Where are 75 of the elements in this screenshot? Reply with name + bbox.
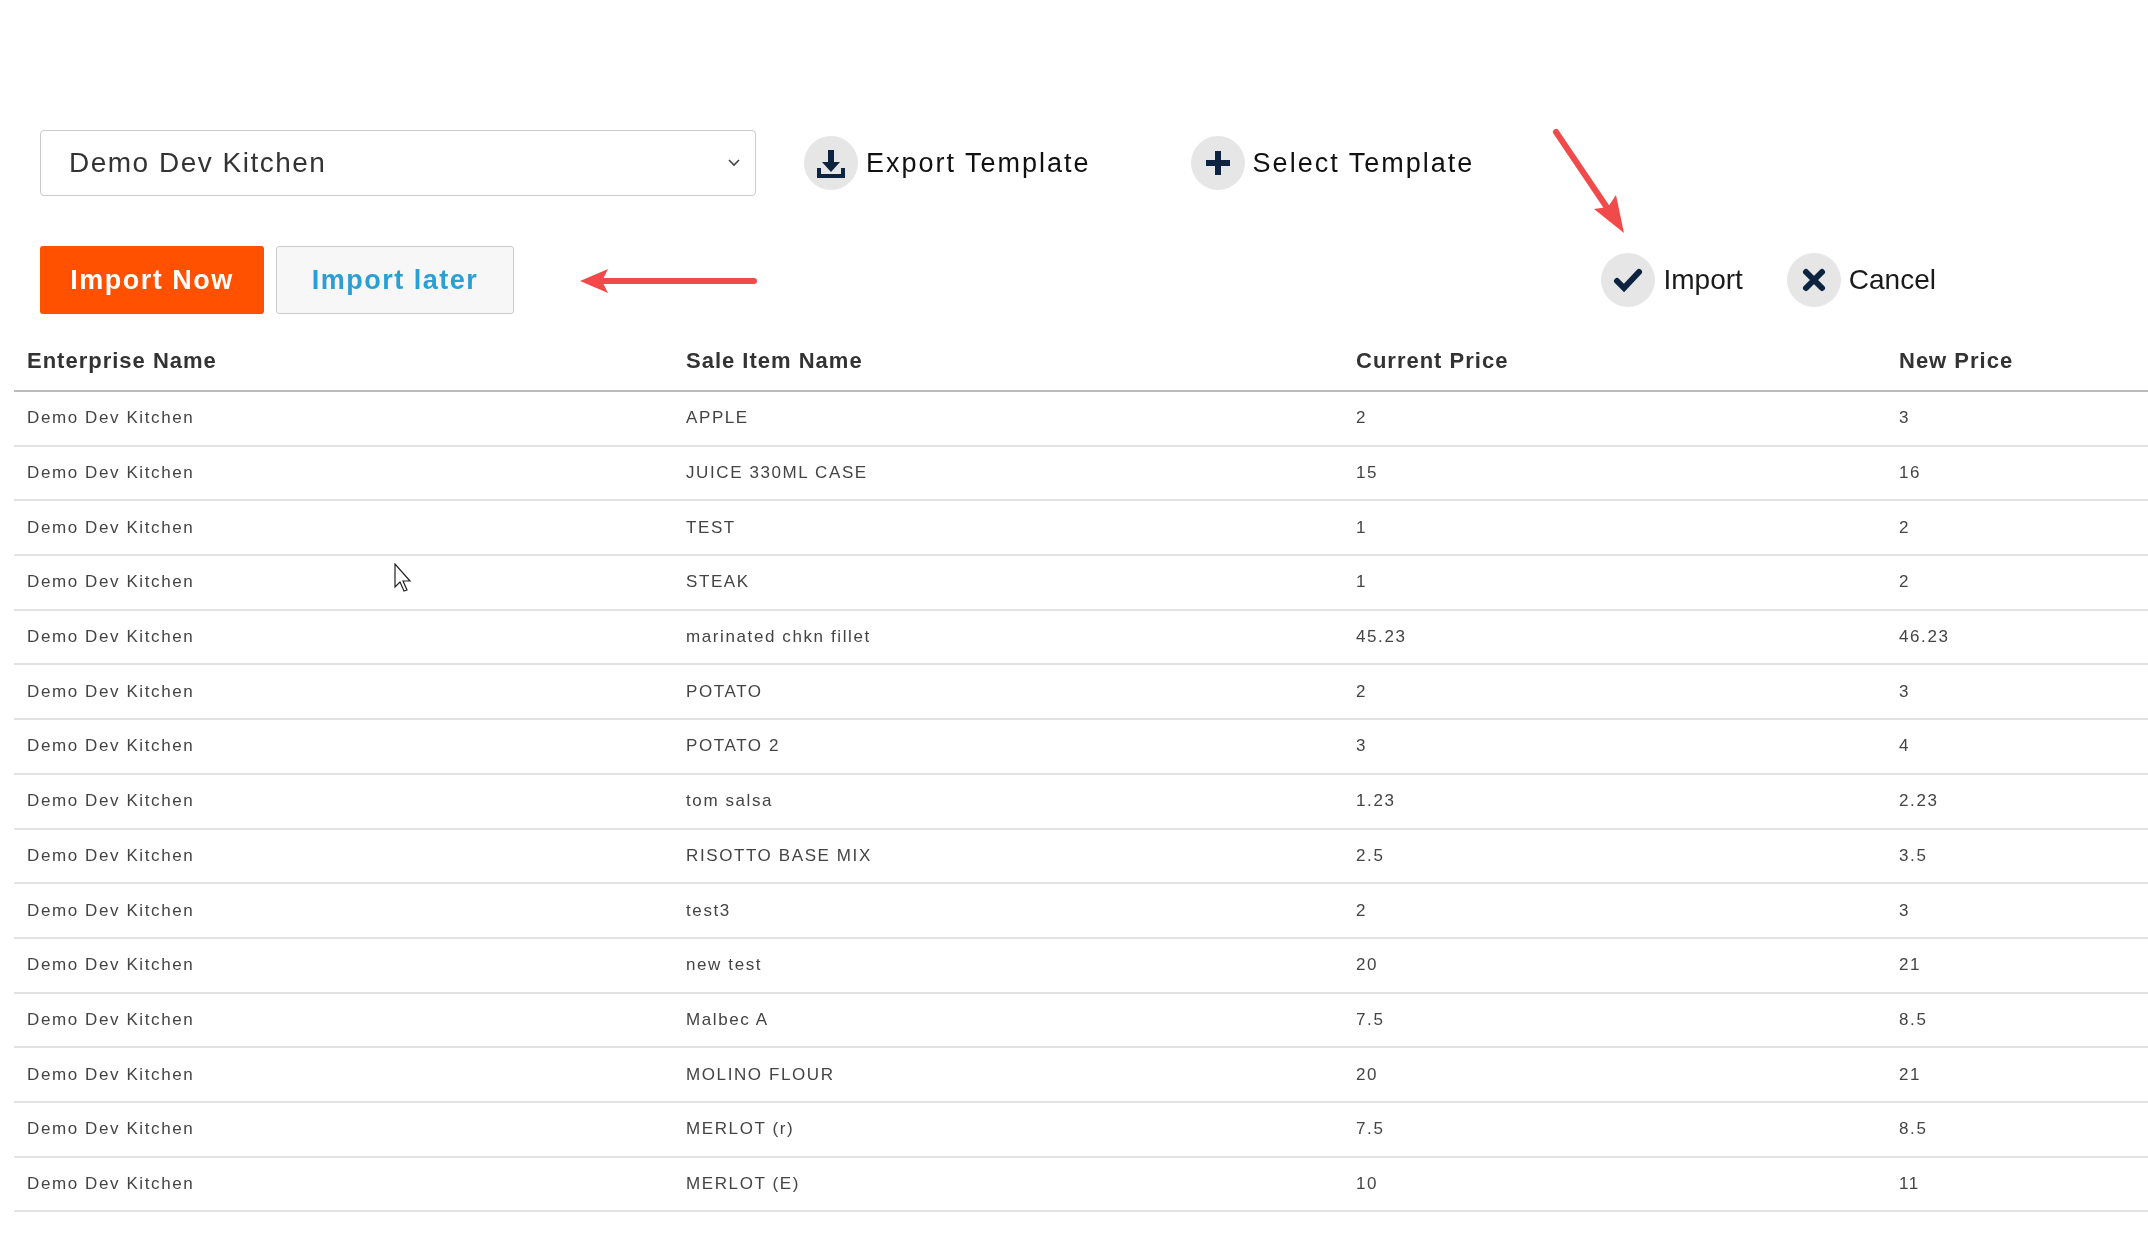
plus-icon [1190,136,1245,190]
close-icon [1786,253,1841,307]
table-cell: 21 [1899,1064,1922,1085]
pointer-cursor-icon [394,563,414,593]
table-cell: 3.5 [1899,845,1928,866]
table-cell: Demo Dev Kitchen [27,1009,195,1030]
table-cell: 1.23 [1356,791,1396,812]
column-header: Current Price [1356,348,1509,374]
table-cell: 46.23 [1899,627,1950,648]
table-cell: Demo Dev Kitchen [27,627,195,648]
table-cell: 7.5 [1356,1009,1385,1030]
table-cell: JUICE 330ML CASE [686,463,868,484]
table-cell: Demo Dev Kitchen [27,1173,195,1194]
table-cell: 2 [1899,517,1911,538]
table-cell: 7.5 [1356,1119,1385,1140]
table-cell: 2.23 [1899,791,1939,812]
table-cell: APPLE [686,408,749,429]
column-header: Enterprise Name [27,348,217,374]
table-cell: Demo Dev Kitchen [27,572,195,593]
table-cell: 2 [1356,900,1368,921]
table-cell: marinated chkn fillet [686,627,871,648]
table-cell: Demo Dev Kitchen [27,955,195,976]
export-template-button[interactable]: Export Template [866,147,1091,179]
table-cell: tom salsa [686,791,774,812]
chevron-down-icon [727,158,741,168]
table-cell: 21 [1899,955,1922,976]
table-cell: 10 [1356,1173,1379,1194]
download-icon [804,136,858,190]
table-cell: 20 [1356,1064,1379,1085]
table-cell: test3 [686,900,731,921]
column-header: New Price [1899,348,2014,374]
table-cell: 8.5 [1899,1009,1928,1030]
table-cell: Demo Dev Kitchen [27,517,195,538]
table-cell: 4 [1899,736,1911,757]
table-cell: 3 [1899,408,1911,429]
table-cell: Demo Dev Kitchen [27,463,195,484]
import-button[interactable]: Import [1663,264,1743,296]
table-cell: 2.5 [1356,845,1385,866]
table-cell: 1 [1356,572,1368,593]
table-cell: Demo Dev Kitchen [27,736,195,757]
table-cell: Demo Dev Kitchen [27,408,195,429]
table-cell: 3 [1356,736,1368,757]
table-cell: 2 [1356,681,1368,702]
table-cell: 3 [1899,900,1911,921]
table-cell: Demo Dev Kitchen [27,1064,195,1085]
table-cell: Demo Dev Kitchen [27,900,195,921]
table-cell: POTATO 2 [686,736,781,757]
table-cell: 11 [1899,1173,1920,1194]
table-cell: new test [686,955,763,976]
table-cell: MERLOT (r) [686,1119,795,1140]
table-cell: Demo Dev Kitchen [27,1119,195,1140]
table-cell: Demo Dev Kitchen [27,791,195,812]
table-cell: MERLOT (E) [686,1173,800,1194]
table-cell: MOLINO FLOUR [686,1064,835,1085]
table-cell: TEST [686,517,736,538]
table-cell: POTATO [686,681,763,702]
table-cell: RISOTTO BASE MIX [686,845,872,866]
table-cell: 45.23 [1356,627,1407,648]
table-cell: Malbec A [686,1009,769,1030]
table-cell: 2 [1899,572,1911,593]
table-cell: Demo Dev Kitchen [27,681,195,702]
table-cell: 15 [1356,463,1379,484]
table-cell: 2 [1356,408,1368,429]
cancel-button[interactable]: Cancel [1848,264,1936,296]
table-cell: 3 [1899,681,1911,702]
column-header: Sale Item Name [686,348,863,374]
select-template-button[interactable]: Select Template [1252,147,1475,179]
table-cell: 1 [1356,517,1368,538]
table-cell: STEAK [686,572,750,593]
dropdown[interactable]: Demo Dev Kitchen [40,130,756,196]
table-cell: 8.5 [1899,1119,1928,1140]
table-cell: Demo Dev Kitchen [27,845,195,866]
table-cell: 16 [1899,463,1922,484]
table-cell: 20 [1356,955,1379,976]
checkmark-icon [1601,253,1656,307]
